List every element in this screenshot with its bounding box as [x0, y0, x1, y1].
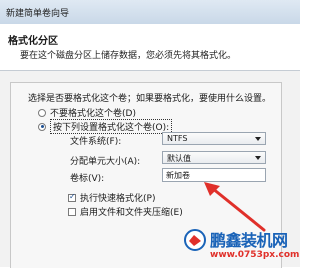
window-title: 新建简单卷向导: [6, 9, 70, 19]
filesystem-value: NTFS: [167, 134, 188, 143]
page-subtitle: 要在这个磁盘分区上储存数据，您必须先将其格式化。: [20, 51, 237, 61]
red-arrow-icon: [204, 182, 266, 232]
quick-format-label: 执行快速格式化(P): [80, 194, 156, 204]
chevron-down-icon[interactable]: [255, 156, 261, 160]
title-bar: 新建简单卷向导: [0, 0, 300, 25]
quick-format-checkbox[interactable]: 执行快速格式化(P): [68, 191, 155, 204]
alloc-unit-value: 默认值: [167, 154, 191, 163]
alloc-unit-label: 分配单元大小(A):: [70, 157, 141, 167]
filesystem-label: 文件系统(F):: [70, 137, 122, 147]
checkbox-checked[interactable]: [68, 192, 76, 202]
checkbox-unchecked[interactable]: [68, 207, 76, 216]
watermark-url: www.0753px.com: [210, 250, 300, 260]
radio-no-format[interactable]: 不要格式化这个卷(D): [38, 106, 136, 119]
page-title: 格式化分区: [8, 36, 58, 47]
radio-button-selected[interactable]: [38, 122, 46, 131]
radio-format[interactable]: 按下列设置格式化这个卷(O):: [38, 119, 173, 134]
alloc-unit-select[interactable]: 默认值: [162, 151, 266, 164]
radio-no-format-label: 不要格式化这个卷(D): [50, 109, 136, 119]
radio-format-label: 按下列设置格式化这个卷(O):: [50, 119, 173, 134]
chevron-down-icon[interactable]: [255, 137, 261, 141]
watermark-logo-icon: [184, 229, 206, 251]
filesystem-select[interactable]: NTFS: [162, 132, 266, 145]
format-prompt: 选择是否要格式化这个卷；如果要格式化，要使用什么设置。: [28, 94, 272, 104]
wizard-header: 格式化分区 要在这个磁盘分区上储存数据，您必须先将其格式化。: [0, 24, 300, 71]
volume-label-value: 新加卷: [166, 171, 190, 180]
volume-label-label: 卷标(V):: [70, 174, 105, 184]
compression-label: 启用文件和文件夹压缩(E): [80, 208, 183, 218]
radio-button[interactable]: [38, 108, 46, 117]
compression-checkbox[interactable]: 启用文件和文件夹压缩(E): [68, 205, 183, 218]
watermark-brand: 鹏鑫装机网: [210, 231, 288, 250]
